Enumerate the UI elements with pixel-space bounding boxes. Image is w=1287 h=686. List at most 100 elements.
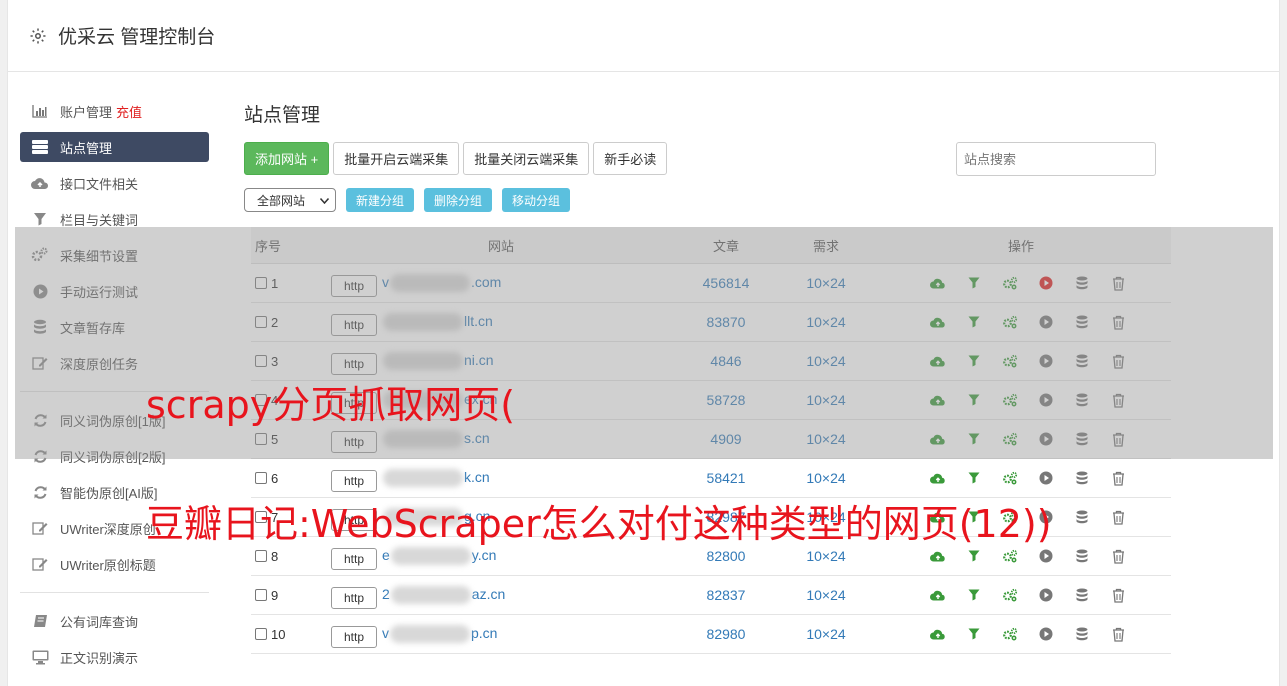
sidebar-item-label: 接口文件相关 xyxy=(60,176,139,192)
sidebar-item-g3-1[interactable]: 正文识别演示 xyxy=(20,639,209,675)
sidebar-item-2[interactable]: 接口文件相关 xyxy=(20,165,209,201)
cloud-upload-icon xyxy=(30,175,50,191)
book-icon xyxy=(30,613,50,629)
site-domain-link[interactable]: e y.cn xyxy=(382,546,496,566)
play-circle-icon[interactable] xyxy=(1037,547,1055,565)
chevron-down-icon xyxy=(319,193,330,207)
toolbar: 添加网站 + 批量开启云端采集 批量关闭云端采集 新手必读 xyxy=(244,142,668,175)
site-domain-prefix: v xyxy=(382,624,389,641)
server-icon xyxy=(30,139,50,155)
row-actions xyxy=(871,547,1171,565)
row-index: 8 xyxy=(271,548,279,564)
trash-icon[interactable] xyxy=(1109,586,1127,604)
row-articles[interactable]: 58421 xyxy=(671,470,781,486)
http-protocol-button[interactable]: http xyxy=(331,626,377,648)
page-title: 站点管理 xyxy=(244,105,321,126)
group-select[interactable]: 全部网站 xyxy=(244,188,336,212)
http-protocol-button[interactable]: http xyxy=(331,548,377,570)
cloud-upload-icon[interactable] xyxy=(929,547,947,565)
filter-icon[interactable] xyxy=(965,547,983,565)
row-articles[interactable]: 82980 xyxy=(671,626,781,642)
filter-icon[interactable] xyxy=(965,625,983,643)
sidebar-item-label: 站点管理 xyxy=(60,140,113,156)
sidebar-divider xyxy=(20,592,209,593)
gears-icon[interactable] xyxy=(1001,625,1019,643)
gears-icon[interactable] xyxy=(1001,547,1019,565)
gears-icon[interactable] xyxy=(1001,469,1019,487)
row-site-cell: http k.cn xyxy=(331,464,671,492)
row-index-cell: 10 xyxy=(251,627,331,642)
row-index-cell: 9 xyxy=(251,588,331,603)
trash-icon[interactable] xyxy=(1109,508,1127,526)
database-icon[interactable] xyxy=(1073,586,1091,604)
row-demand[interactable]: 10×24 xyxy=(781,626,871,642)
row-index: 9 xyxy=(271,587,279,603)
database-icon[interactable] xyxy=(1073,547,1091,565)
trash-icon[interactable] xyxy=(1109,547,1127,565)
sidebar-item-label: 智能伪原创[AI版] xyxy=(60,485,158,501)
move-group-button[interactable]: 移动分组 xyxy=(502,188,571,212)
watermark-line-1: scrapy分页抓取网页( xyxy=(146,383,516,427)
sidebar-item-0[interactable]: 账户管理 充值 xyxy=(20,93,209,129)
cloud-upload-icon[interactable] xyxy=(929,586,947,604)
add-site-button[interactable]: 添加网站 + xyxy=(244,142,330,175)
site-domain-suffix: k.cn xyxy=(464,468,490,485)
database-icon[interactable] xyxy=(1073,625,1091,643)
recharge-link[interactable]: 充值 xyxy=(116,102,142,121)
sidebar-item-label: 账户管理 xyxy=(60,104,113,120)
play-circle-icon[interactable] xyxy=(1037,625,1055,643)
site-domain-link[interactable]: k.cn xyxy=(382,468,490,488)
new-group-button[interactable]: 新建分组 xyxy=(346,188,415,212)
sidebar-item-label: 公有词库查询 xyxy=(60,614,139,630)
row-checkbox[interactable] xyxy=(255,472,267,484)
play-circle-icon[interactable] xyxy=(1037,586,1055,604)
group-controls: 全部网站 新建分组 删除分组 移动分组 xyxy=(244,188,571,212)
site-search-input[interactable] xyxy=(956,142,1156,176)
row-articles[interactable]: 82837 xyxy=(671,587,781,603)
gears-icon[interactable] xyxy=(1001,586,1019,604)
row-articles[interactable]: 82800 xyxy=(671,548,781,564)
filter-icon[interactable] xyxy=(965,469,983,487)
site-domain-link[interactable]: v p.cn xyxy=(382,624,497,644)
sidebar-item-g2-4[interactable]: UWriter原创标题 xyxy=(20,546,209,582)
http-protocol-button[interactable]: http xyxy=(331,587,377,609)
watermark-line-2: 豆瓣日记:WebScraper怎么对付这种类型的网页(12)) xyxy=(146,502,1052,546)
sidebar-item-label: 正文识别演示 xyxy=(60,650,139,666)
filter-icon[interactable] xyxy=(965,586,983,604)
row-checkbox[interactable] xyxy=(255,628,267,640)
delete-group-button[interactable]: 删除分组 xyxy=(424,188,493,212)
gear-icon[interactable] xyxy=(28,26,48,46)
row-checkbox[interactable] xyxy=(255,589,267,601)
trash-icon[interactable] xyxy=(1109,625,1127,643)
row-site-cell: http v p.cn xyxy=(331,620,671,648)
sidebar-item-1[interactable]: 站点管理 xyxy=(20,132,209,162)
row-checkbox[interactable] xyxy=(255,550,267,562)
row-demand[interactable]: 10×24 xyxy=(781,470,871,486)
redacted-domain xyxy=(390,625,470,644)
guide-button[interactable]: 新手必读 xyxy=(593,142,668,175)
cloud-upload-icon[interactable] xyxy=(929,625,947,643)
database-icon[interactable] xyxy=(1073,469,1091,487)
edit-icon xyxy=(30,556,50,572)
play-circle-icon[interactable] xyxy=(1037,469,1055,487)
database-icon[interactable] xyxy=(1073,508,1091,526)
row-demand[interactable]: 10×24 xyxy=(781,548,871,564)
row-index-cell: 8 xyxy=(251,549,331,564)
row-actions xyxy=(871,586,1171,604)
row-demand[interactable]: 10×24 xyxy=(781,587,871,603)
monitor-icon xyxy=(30,649,50,665)
batch-open-cloud-button[interactable]: 批量开启云端采集 xyxy=(333,142,460,175)
site-domain-link[interactable]: 2 az.cn xyxy=(382,585,506,605)
site-domain-prefix: e xyxy=(382,546,390,563)
site-domain-suffix: az.cn xyxy=(471,585,506,602)
batch-close-cloud-button[interactable]: 批量关闭云端采集 xyxy=(463,142,590,175)
sidebar-item-g3-0[interactable]: 公有词库查询 xyxy=(20,603,209,639)
cloud-upload-icon[interactable] xyxy=(929,469,947,487)
http-protocol-button[interactable]: http xyxy=(331,470,377,492)
sidebar-item-label: 栏目与关键词 xyxy=(60,212,139,228)
row-index: 10 xyxy=(271,626,286,642)
site-domain-prefix: 2 xyxy=(382,585,390,602)
filter-icon xyxy=(30,211,50,227)
sidebar-item-label: UWriter深度原创 xyxy=(60,521,156,537)
trash-icon[interactable] xyxy=(1109,469,1127,487)
